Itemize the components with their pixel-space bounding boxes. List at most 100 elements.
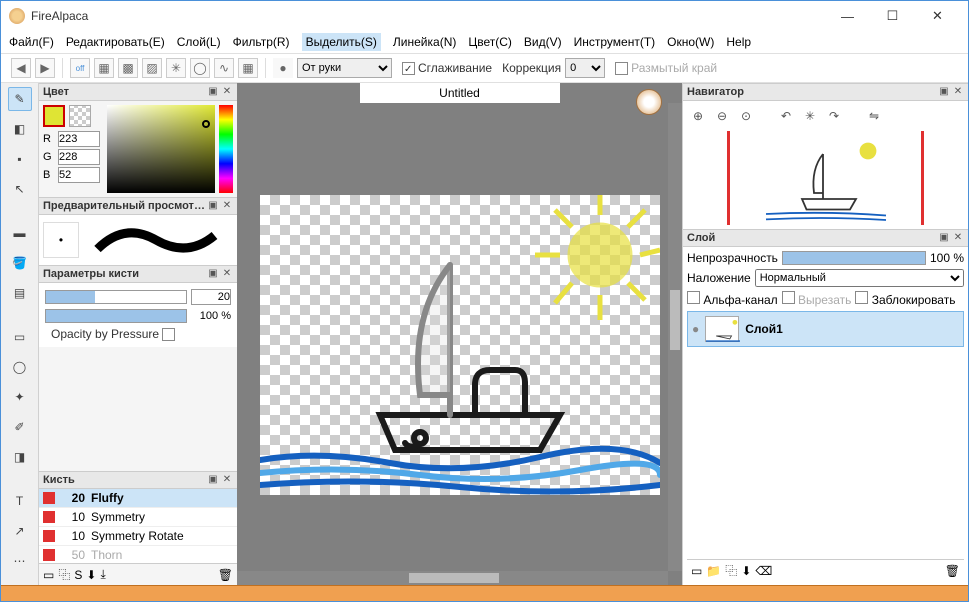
color-picker[interactable] xyxy=(107,105,215,193)
dot-tool[interactable]: ▪ xyxy=(8,147,32,171)
menu-file[interactable]: Файл(F) xyxy=(9,35,54,49)
brush-list-header[interactable]: Кисть ▣ ✕ xyxy=(39,471,237,489)
new-layer-icon[interactable]: ▭ xyxy=(691,564,702,578)
maximize-button[interactable]: ☐ xyxy=(870,2,915,30)
brush-tool[interactable]: ✎ xyxy=(8,87,32,111)
smoothing-checkbox[interactable]: Сглаживание xyxy=(402,61,492,75)
text-tool[interactable]: T xyxy=(8,489,32,513)
duplicate-brush-icon[interactable]: ⿻ xyxy=(58,566,70,583)
rotate-left-icon[interactable]: ↶ xyxy=(777,107,795,125)
clear-layer-icon[interactable]: ⌫ xyxy=(755,564,772,578)
close-panel-icon[interactable]: ✕ xyxy=(221,474,233,486)
close-panel-icon[interactable]: ✕ xyxy=(221,200,233,212)
menu-ruler[interactable]: Линейка(N) xyxy=(393,35,456,49)
brush-size-slider[interactable] xyxy=(45,290,187,304)
brush-item[interactable]: 50 Thorn xyxy=(39,546,237,563)
color-panel-header[interactable]: Цвет ▣ ✕ xyxy=(39,83,237,101)
alpha-checkbox[interactable]: Альфа-канал xyxy=(687,291,778,307)
blur-edge-checkbox[interactable]: Размытый край xyxy=(615,61,717,75)
bucket-tool[interactable]: 🪣 xyxy=(8,251,32,275)
undock-icon[interactable]: ▣ xyxy=(207,268,219,280)
zoom-fit-icon[interactable]: ⊙ xyxy=(737,107,755,125)
brush-item[interactable]: 20 Fluffy xyxy=(39,489,237,508)
b-input[interactable] xyxy=(58,167,100,183)
stroke-mode-select[interactable]: От руки xyxy=(297,58,392,78)
select-pen-tool[interactable]: ✐ xyxy=(8,415,32,439)
blend-mode-select[interactable]: Нормальный xyxy=(755,269,964,287)
menu-window[interactable]: Окно(W) xyxy=(667,35,714,49)
snap-grid-button[interactable]: ▦ xyxy=(238,58,258,78)
layer-header[interactable]: Слой ▣ ✕ xyxy=(683,229,968,247)
duplicate-layer-icon[interactable]: ⿻ xyxy=(725,562,737,579)
snap-parallel-button[interactable]: ▦ xyxy=(94,58,114,78)
brush-item[interactable]: 10 Symmetry xyxy=(39,508,237,527)
secondary-color-swatch[interactable] xyxy=(69,105,91,127)
snap-off-button[interactable]: off xyxy=(70,58,90,78)
menu-tool[interactable]: Инструмент(T) xyxy=(574,35,656,49)
hue-slider[interactable] xyxy=(219,105,233,193)
canvas-viewport[interactable] xyxy=(237,105,682,585)
brush-size-input[interactable] xyxy=(191,289,231,305)
minimize-button[interactable]: — xyxy=(825,2,870,30)
undock-icon[interactable]: ▣ xyxy=(938,86,950,98)
menu-view[interactable]: Вид(V) xyxy=(524,35,562,49)
menu-select[interactable]: Выделить(S) xyxy=(302,33,381,51)
script-brush-icon[interactable]: S xyxy=(74,568,82,582)
document-tab[interactable]: Untitled xyxy=(360,83,560,103)
select-lasso-tool[interactable]: ◯ xyxy=(8,355,32,379)
opacity-pressure-checkbox[interactable]: Opacity by Pressure xyxy=(51,327,231,341)
cut-checkbox[interactable]: Вырезать xyxy=(782,291,852,307)
snap-curve-button[interactable]: ∿ xyxy=(214,58,234,78)
brush-item[interactable]: 10 Symmetry Rotate xyxy=(39,527,237,546)
flip-icon[interactable]: ⇋ xyxy=(865,107,883,125)
snap-circle-button[interactable]: ◯ xyxy=(190,58,210,78)
merge-down-icon[interactable]: ⬇ xyxy=(741,564,751,578)
vertical-scrollbar[interactable] xyxy=(668,103,682,571)
select-rect-tool[interactable]: ▭ xyxy=(8,325,32,349)
rotate-reset-icon[interactable]: ✳ xyxy=(801,107,819,125)
download-brush-icon[interactable]: ⤓ xyxy=(100,567,105,582)
correction-select[interactable]: 0 xyxy=(565,58,605,78)
undock-icon[interactable]: ▣ xyxy=(207,86,219,98)
navigator-header[interactable]: Навигатор ▣ ✕ xyxy=(683,83,968,101)
new-brush-icon[interactable]: ▭ xyxy=(43,568,54,582)
nav-fwd-button[interactable]: ▶ xyxy=(35,58,55,78)
snap-vanish-button[interactable]: ▨ xyxy=(142,58,162,78)
save-brush-icon[interactable]: ⬇ xyxy=(86,568,96,582)
menu-filter[interactable]: Фильтр(R) xyxy=(233,35,290,49)
snap-radial-button[interactable]: ✳ xyxy=(166,58,186,78)
gradient-tool[interactable]: ▤ xyxy=(8,281,32,305)
zoom-out-icon[interactable]: ⊖ xyxy=(713,107,731,125)
primary-color-swatch[interactable] xyxy=(43,105,65,127)
rotate-right-icon[interactable]: ↷ xyxy=(825,107,843,125)
new-folder-icon[interactable]: 📁 xyxy=(706,564,721,578)
menu-help[interactable]: Help xyxy=(726,35,751,49)
delete-layer-icon[interactable]: 🗑 xyxy=(945,564,960,578)
layer-item[interactable]: ● Слой1 xyxy=(687,311,964,347)
g-input[interactable] xyxy=(58,149,100,165)
close-panel-icon[interactable]: ✕ xyxy=(221,268,233,280)
eraser-tool[interactable]: ◧ xyxy=(8,117,32,141)
preview-panel-header[interactable]: Предварительный просмотр... ▣ ✕ xyxy=(39,197,237,215)
fill-tool[interactable]: ▬ xyxy=(8,221,32,245)
menu-edit[interactable]: Редактировать(E) xyxy=(66,35,165,49)
layer-visibility-icon[interactable]: ● xyxy=(692,322,699,336)
lock-checkbox[interactable]: Заблокировать xyxy=(855,291,955,307)
pointer-tool[interactable]: ↗ xyxy=(8,519,32,543)
horizontal-scrollbar[interactable] xyxy=(237,571,668,585)
brush-opacity-slider[interactable] xyxy=(45,309,187,323)
menu-color[interactable]: Цвет(C) xyxy=(468,35,512,49)
magic-wand-tool[interactable]: ✦ xyxy=(8,385,32,409)
move-tool[interactable]: ↖ xyxy=(8,177,32,201)
snap-cross-button[interactable]: ▩ xyxy=(118,58,138,78)
close-panel-icon[interactable]: ✕ xyxy=(952,86,964,98)
brush-list[interactable]: 20 Fluffy 10 Symmetry 10 Symmetry Rotate… xyxy=(39,489,237,563)
layer-opacity-slider[interactable] xyxy=(782,251,926,265)
undock-icon[interactable]: ▣ xyxy=(938,232,950,244)
close-panel-icon[interactable]: ✕ xyxy=(952,232,964,244)
undock-icon[interactable]: ▣ xyxy=(207,200,219,212)
menu-layer[interactable]: Слой(L) xyxy=(177,35,221,49)
nav-back-button[interactable]: ◀ xyxy=(11,58,31,78)
delete-brush-icon[interactable]: 🗑 xyxy=(218,568,233,582)
r-input[interactable] xyxy=(58,131,100,147)
